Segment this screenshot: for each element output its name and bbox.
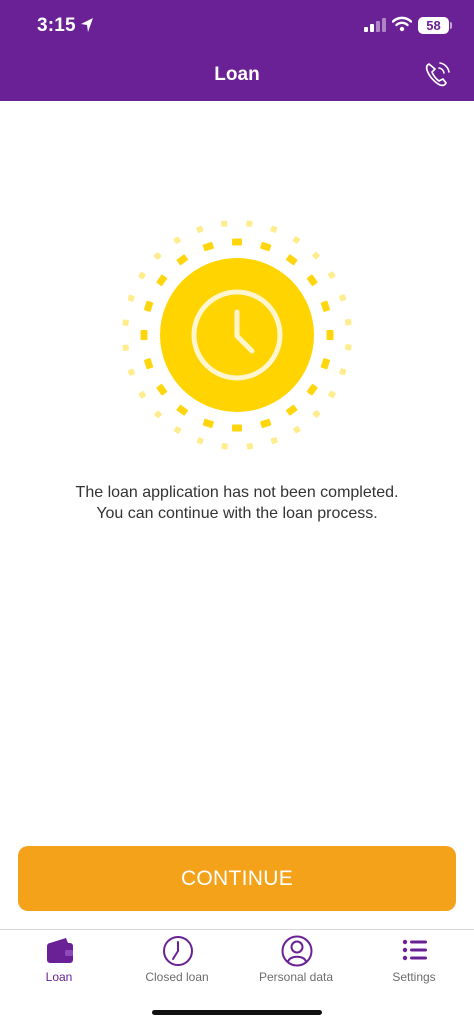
sun-ray [153, 252, 162, 260]
cellular-signal-icon [364, 18, 386, 32]
sun-ray [176, 254, 189, 266]
sun-ray [339, 368, 347, 376]
sun-ray [202, 418, 214, 429]
tab-loan[interactable]: Loan [0, 930, 118, 1000]
sun-ray [312, 410, 321, 418]
sun-ray [312, 251, 320, 260]
location-arrow-icon [81, 18, 93, 32]
sun-ray [293, 425, 301, 434]
sun-ray [339, 294, 347, 302]
sun-ray [292, 236, 301, 244]
sun-ray [127, 368, 135, 376]
sun-ray [143, 300, 154, 312]
tab-personal-data[interactable]: Personal data [237, 930, 355, 1000]
sun-ray [138, 271, 146, 280]
sun-ray [306, 383, 318, 396]
list-icon [402, 939, 427, 961]
sun-ray [140, 330, 148, 340]
sun-ray [320, 300, 331, 312]
clock-icon [163, 936, 193, 966]
sun-ray [270, 437, 278, 445]
user-icon [281, 935, 313, 967]
sun-ray [232, 238, 242, 246]
sun-ray [328, 390, 336, 399]
status-message: The loan application has not been comple… [20, 482, 454, 524]
sun-ray [306, 274, 318, 287]
sun-ray [345, 318, 352, 326]
sun-ray [122, 344, 129, 352]
sun-ray [220, 220, 228, 227]
app-header: 3:15 58 Loan [0, 0, 474, 101]
sun-ray [202, 241, 214, 252]
sun-ray [176, 404, 189, 416]
status-time: 3:15 [37, 15, 76, 36]
sun-ray [246, 443, 254, 450]
sun-ray [326, 330, 334, 340]
sun-ray [345, 344, 352, 351]
tab-settings[interactable]: Settings [355, 930, 473, 1000]
sun-ray [320, 358, 331, 370]
tab-closed-loan-label: Closed loan [145, 970, 209, 984]
clock-icon [191, 289, 283, 381]
sun-ray [173, 426, 182, 434]
sun-ray [143, 358, 154, 370]
battery-indicator: 58 [418, 17, 449, 34]
sun-ray [154, 410, 162, 419]
wallet-icon [47, 938, 73, 963]
battery-tip [450, 22, 452, 29]
phone-icon[interactable] [423, 60, 451, 90]
sun-ray [156, 383, 168, 396]
sun-ray [196, 437, 204, 445]
status-message-line-2: You can continue with the loan process. [96, 505, 378, 522]
sun-ray [122, 319, 129, 326]
tab-settings-label: Settings [392, 970, 436, 984]
sun-ray [127, 294, 135, 302]
home-indicator [152, 1010, 322, 1015]
wifi-icon [392, 16, 412, 32]
sun-ray [221, 443, 228, 450]
tab-loan-label: Loan [45, 970, 73, 984]
sun-ray [156, 274, 168, 287]
sun-ray [173, 236, 181, 245]
sun-ray [285, 254, 298, 266]
sun-ray [270, 225, 278, 233]
sun-ray [285, 404, 298, 416]
sun-ray [196, 225, 204, 233]
continue-button[interactable]: CONTINUE [18, 846, 456, 911]
tab-closed-loan[interactable]: Closed loan [118, 930, 236, 1000]
sun-ray [260, 241, 272, 252]
page-title: Loan [214, 64, 260, 85]
sun-ray [327, 271, 336, 279]
tab-personal-data-label: Personal data [258, 970, 334, 984]
pending-clock-illustration [122, 220, 352, 450]
status-message-line-1: The loan application has not been comple… [75, 484, 399, 501]
sun-ray [138, 391, 147, 399]
sun-ray [260, 418, 272, 429]
sun-ray [246, 220, 253, 227]
sun-ray [232, 424, 242, 432]
